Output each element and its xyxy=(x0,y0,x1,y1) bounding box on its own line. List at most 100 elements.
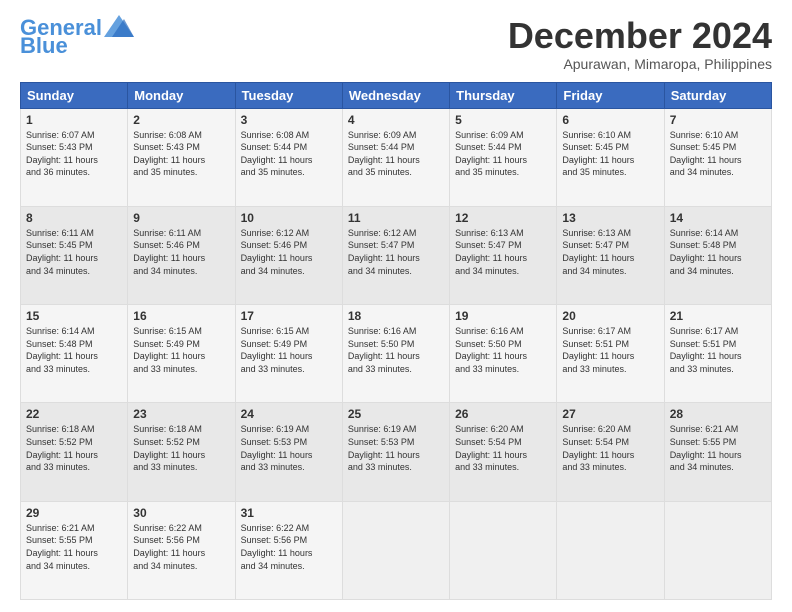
cell-content: Sunrise: 6:09 AM Sunset: 5:44 PM Dayligh… xyxy=(455,129,551,179)
calendar-cell: 22Sunrise: 6:18 AM Sunset: 5:52 PM Dayli… xyxy=(21,403,128,501)
calendar-cell: 25Sunrise: 6:19 AM Sunset: 5:53 PM Dayli… xyxy=(342,403,449,501)
calendar-cell: 21 Sunrise: 6:17 AM Sunset: 5:51 PM Dayli… xyxy=(664,305,771,403)
cell-content: Sunrise: 6:11 AM Sunset: 5:46 PM Dayligh… xyxy=(133,227,229,277)
calendar-week-row: 1 Sunrise: 6:07 AM Sunset: 5:43 PM Daylig… xyxy=(21,108,772,206)
calendar-day-header: Tuesday xyxy=(235,82,342,108)
calendar-day-header: Sunday xyxy=(21,82,128,108)
day-number: 3 xyxy=(241,113,337,127)
day-number: 12 xyxy=(455,211,551,225)
cell-content: Sunrise: 6:13 AM Sunset: 5:47 PM Dayligh… xyxy=(562,227,658,277)
calendar-cell: 16 Sunrise: 6:15 AM Sunset: 5:49 PM Dayli… xyxy=(128,305,235,403)
day-number: 14 xyxy=(670,211,766,225)
day-number: 31 xyxy=(241,506,337,520)
day-number: 25 xyxy=(348,407,444,421)
day-number: 5 xyxy=(455,113,551,127)
calendar-cell: 30 Sunrise: 6:22 AM Sunset: 5:56 PM Dayli… xyxy=(128,501,235,599)
cell-content: Sunrise: 6:13 AM Sunset: 5:47 PM Dayligh… xyxy=(455,227,551,277)
calendar-header-row: SundayMondayTuesdayWednesdayThursdayFrid… xyxy=(21,82,772,108)
calendar-cell: 11Sunrise: 6:12 AM Sunset: 5:47 PM Dayli… xyxy=(342,206,449,304)
calendar-cell: 4Sunrise: 6:09 AM Sunset: 5:44 PM Daylig… xyxy=(342,108,449,206)
calendar-day-header: Friday xyxy=(557,82,664,108)
calendar-cell: 12 Sunrise: 6:13 AM Sunset: 5:47 PM Dayli… xyxy=(450,206,557,304)
cell-content: Sunrise: 6:14 AM Sunset: 5:48 PM Dayligh… xyxy=(26,325,122,375)
calendar-cell: 28Sunrise: 6:21 AM Sunset: 5:55 PM Dayli… xyxy=(664,403,771,501)
cell-content: Sunrise: 6:17 AM Sunset: 5:51 PM Dayligh… xyxy=(670,325,766,375)
calendar-cell xyxy=(664,501,771,599)
calendar-week-row: 29 Sunrise: 6:21 AM Sunset: 5:55 PM Dayli… xyxy=(21,501,772,599)
day-number: 28 xyxy=(670,407,766,421)
cell-content: Sunrise: 6:18 AM Sunset: 5:52 PM Dayligh… xyxy=(26,423,122,473)
calendar-cell: 15 Sunrise: 6:14 AM Sunset: 5:48 PM Dayli… xyxy=(21,305,128,403)
calendar-cell xyxy=(450,501,557,599)
cell-content: Sunrise: 6:15 AM Sunset: 5:49 PM Dayligh… xyxy=(241,325,337,375)
calendar-cell xyxy=(557,501,664,599)
cell-content: Sunrise: 6:22 AM Sunset: 5:56 PM Dayligh… xyxy=(133,522,229,572)
cell-content: Sunrise: 6:15 AM Sunset: 5:49 PM Dayligh… xyxy=(133,325,229,375)
calendar-cell: 31 Sunrise: 6:22 AM Sunset: 5:56 PM Dayli… xyxy=(235,501,342,599)
calendar-cell: 17 Sunrise: 6:15 AM Sunset: 5:49 PM Dayli… xyxy=(235,305,342,403)
calendar-cell: 5 Sunrise: 6:09 AM Sunset: 5:44 PM Daylig… xyxy=(450,108,557,206)
calendar-cell: 23 Sunrise: 6:18 AM Sunset: 5:52 PM Dayli… xyxy=(128,403,235,501)
calendar-week-row: 15 Sunrise: 6:14 AM Sunset: 5:48 PM Dayli… xyxy=(21,305,772,403)
calendar-cell: 1 Sunrise: 6:07 AM Sunset: 5:43 PM Daylig… xyxy=(21,108,128,206)
main-title: December 2024 xyxy=(508,16,772,56)
cell-content: Sunrise: 6:22 AM Sunset: 5:56 PM Dayligh… xyxy=(241,522,337,572)
calendar-cell: 10 Sunrise: 6:12 AM Sunset: 5:46 PM Dayli… xyxy=(235,206,342,304)
cell-content: Sunrise: 6:08 AM Sunset: 5:43 PM Dayligh… xyxy=(133,129,229,179)
day-number: 19 xyxy=(455,309,551,323)
day-number: 24 xyxy=(241,407,337,421)
calendar-cell: 20 Sunrise: 6:17 AM Sunset: 5:51 PM Dayli… xyxy=(557,305,664,403)
calendar-cell xyxy=(342,501,449,599)
day-number: 17 xyxy=(241,309,337,323)
calendar-cell: 14 Sunrise: 6:14 AM Sunset: 5:48 PM Dayli… xyxy=(664,206,771,304)
day-number: 20 xyxy=(562,309,658,323)
calendar-cell: 6 Sunrise: 6:10 AM Sunset: 5:45 PM Daylig… xyxy=(557,108,664,206)
day-number: 30 xyxy=(133,506,229,520)
day-number: 23 xyxy=(133,407,229,421)
calendar-cell: 29 Sunrise: 6:21 AM Sunset: 5:55 PM Dayli… xyxy=(21,501,128,599)
day-number: 21 xyxy=(670,309,766,323)
title-section: December 2024 Apurawan, Mimaropa, Philip… xyxy=(508,16,772,72)
day-number: 6 xyxy=(562,113,658,127)
cell-content: Sunrise: 6:16 AM Sunset: 5:50 PM Dayligh… xyxy=(348,325,444,375)
day-number: 11 xyxy=(348,211,444,225)
cell-content: Sunrise: 6:10 AM Sunset: 5:45 PM Dayligh… xyxy=(670,129,766,179)
logo-icon xyxy=(104,15,134,37)
cell-content: Sunrise: 6:10 AM Sunset: 5:45 PM Dayligh… xyxy=(562,129,658,179)
cell-content: Sunrise: 6:18 AM Sunset: 5:52 PM Dayligh… xyxy=(133,423,229,473)
calendar-cell: 24Sunrise: 6:19 AM Sunset: 5:53 PM Dayli… xyxy=(235,403,342,501)
calendar-cell: 19 Sunrise: 6:16 AM Sunset: 5:50 PM Dayli… xyxy=(450,305,557,403)
calendar-cell: 9 Sunrise: 6:11 AM Sunset: 5:46 PM Daylig… xyxy=(128,206,235,304)
cell-content: Sunrise: 6:21 AM Sunset: 5:55 PM Dayligh… xyxy=(26,522,122,572)
calendar-day-header: Saturday xyxy=(664,82,771,108)
cell-content: Sunrise: 6:20 AM Sunset: 5:54 PM Dayligh… xyxy=(455,423,551,473)
calendar-cell: 27Sunrise: 6:20 AM Sunset: 5:54 PM Dayli… xyxy=(557,403,664,501)
calendar-cell: 3 Sunrise: 6:08 AM Sunset: 5:44 PM Daylig… xyxy=(235,108,342,206)
cell-content: Sunrise: 6:08 AM Sunset: 5:44 PM Dayligh… xyxy=(241,129,337,179)
cell-content: Sunrise: 6:17 AM Sunset: 5:51 PM Dayligh… xyxy=(562,325,658,375)
calendar-cell: 26Sunrise: 6:20 AM Sunset: 5:54 PM Dayli… xyxy=(450,403,557,501)
subtitle: Apurawan, Mimaropa, Philippines xyxy=(508,56,772,72)
cell-content: Sunrise: 6:16 AM Sunset: 5:50 PM Dayligh… xyxy=(455,325,551,375)
day-number: 4 xyxy=(348,113,444,127)
calendar-cell: 13 Sunrise: 6:13 AM Sunset: 5:47 PM Dayli… xyxy=(557,206,664,304)
day-number: 10 xyxy=(241,211,337,225)
day-number: 13 xyxy=(562,211,658,225)
day-number: 27 xyxy=(562,407,658,421)
calendar-cell: 18Sunrise: 6:16 AM Sunset: 5:50 PM Dayli… xyxy=(342,305,449,403)
logo-text2: Blue xyxy=(20,34,68,58)
cell-content: Sunrise: 6:14 AM Sunset: 5:48 PM Dayligh… xyxy=(670,227,766,277)
day-number: 29 xyxy=(26,506,122,520)
day-number: 7 xyxy=(670,113,766,127)
calendar-cell: 7 Sunrise: 6:10 AM Sunset: 5:45 PM Daylig… xyxy=(664,108,771,206)
cell-content: Sunrise: 6:07 AM Sunset: 5:43 PM Dayligh… xyxy=(26,129,122,179)
day-number: 16 xyxy=(133,309,229,323)
day-number: 15 xyxy=(26,309,122,323)
page: General Blue December 2024 Apurawan, Mim… xyxy=(0,0,792,612)
day-number: 9 xyxy=(133,211,229,225)
cell-content: Sunrise: 6:12 AM Sunset: 5:46 PM Dayligh… xyxy=(241,227,337,277)
calendar-table: SundayMondayTuesdayWednesdayThursdayFrid… xyxy=(20,82,772,600)
calendar-cell: 2Sunrise: 6:08 AM Sunset: 5:43 PM Daylig… xyxy=(128,108,235,206)
day-number: 1 xyxy=(26,113,122,127)
calendar-week-row: 22Sunrise: 6:18 AM Sunset: 5:52 PM Dayli… xyxy=(21,403,772,501)
